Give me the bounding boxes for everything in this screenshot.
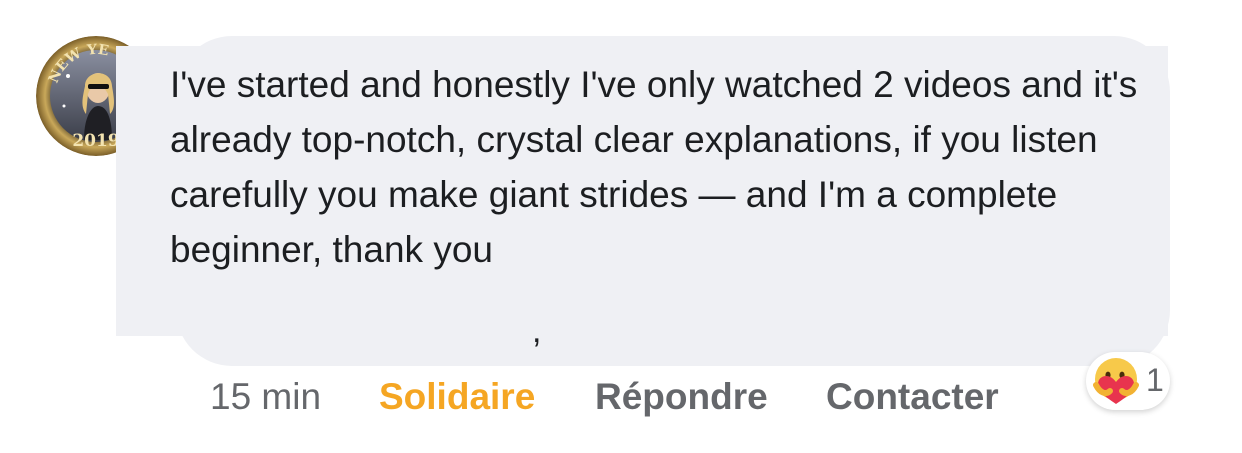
care-emoji-icon bbox=[1093, 358, 1139, 404]
reply-button[interactable]: Répondre bbox=[595, 372, 768, 422]
solidaire-reaction-button[interactable]: Solidaire bbox=[379, 372, 535, 422]
avatar-frame-year-text: 2019 bbox=[72, 131, 119, 151]
contact-button[interactable]: Contacter bbox=[826, 372, 999, 422]
comment-timestamp[interactable]: 15 min bbox=[210, 372, 321, 422]
comment-text: I've started and honestly I've only watc… bbox=[170, 64, 1138, 270]
reaction-count: 1 bbox=[1146, 362, 1164, 398]
comment-actions: 15 min Solidaire Répondre Contacter bbox=[0, 372, 1242, 422]
reaction-summary[interactable]: 1 bbox=[1086, 352, 1170, 410]
comment-stray-mark: , bbox=[532, 312, 542, 350]
